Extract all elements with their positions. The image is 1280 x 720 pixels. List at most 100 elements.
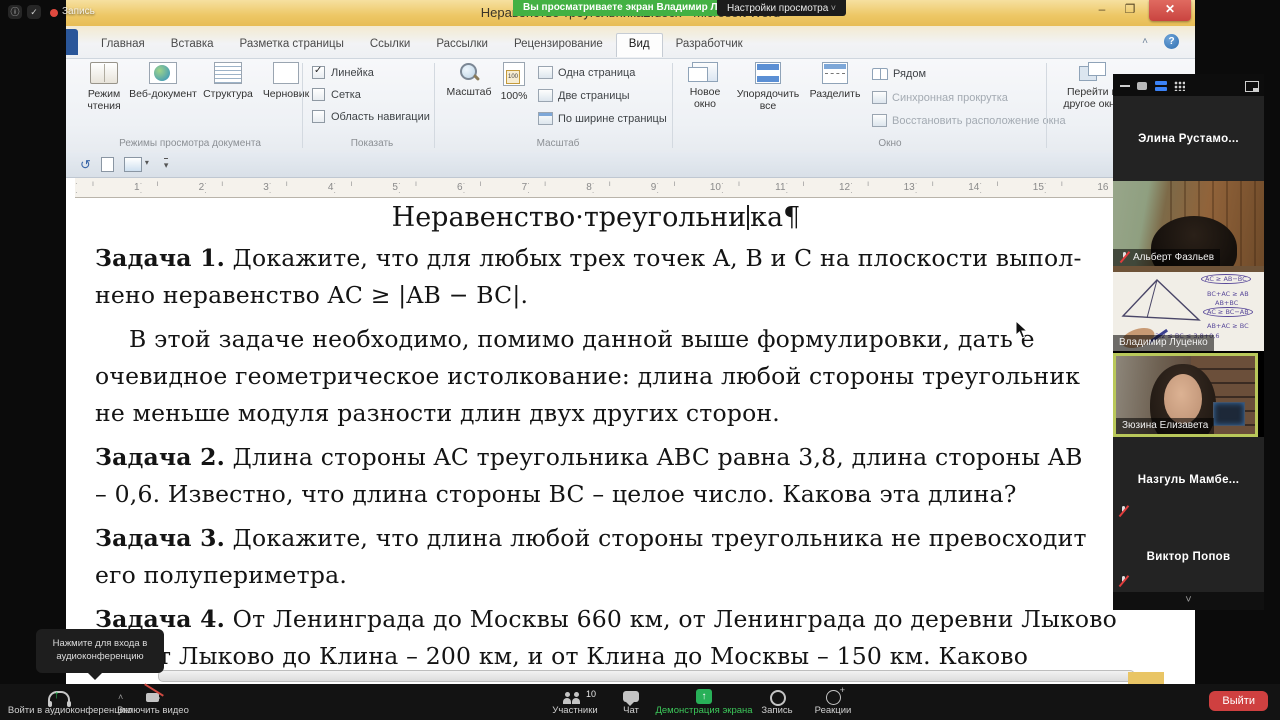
read-mode-button[interactable]: Режим чтения bbox=[80, 62, 128, 112]
maximize-button[interactable]: ❐ bbox=[1117, 0, 1143, 21]
join-audio-button[interactable]: Войти в аудиоконференцию bbox=[8, 705, 132, 716]
participant-name: Виктор Попов bbox=[1113, 551, 1264, 563]
camera-off-icon[interactable] bbox=[146, 693, 159, 702]
audio-options-chevron-icon[interactable] bbox=[118, 692, 123, 702]
horizontal-scrollbar[interactable] bbox=[158, 670, 1135, 682]
sync-scroll-icon bbox=[872, 91, 887, 104]
tab-glavnaya[interactable]: Главная bbox=[88, 33, 158, 57]
minimize-panel-icon[interactable] bbox=[1120, 85, 1130, 87]
encryption-shield-icon[interactable]: ✓ bbox=[27, 5, 41, 19]
minimize-button[interactable]: – bbox=[1089, 0, 1115, 21]
join-audio-arrow-icon: ↑ bbox=[54, 689, 60, 701]
participant-name-label: Владимир Луценко bbox=[1113, 335, 1214, 351]
popout-panel-icon[interactable] bbox=[1245, 81, 1259, 92]
share-screen-button[interactable]: Демонстрация экрана bbox=[655, 705, 752, 716]
two-pages-option[interactable]: Две страницы bbox=[538, 89, 630, 102]
outline-button[interactable]: Структура bbox=[198, 62, 258, 100]
file-tab[interactable] bbox=[66, 29, 78, 55]
participant-tile-albert[interactable]: Альберт Фазльев bbox=[1113, 181, 1264, 266]
ruler-mark: 16 bbox=[1044, 178, 1109, 197]
record-button[interactable]: Запись bbox=[761, 705, 792, 716]
ruler-mark: 8 bbox=[527, 178, 592, 197]
whiteboard-formula: BC+AC ≥ AB bbox=[1207, 290, 1249, 298]
nav-pane-checkbox[interactable]: Область навигации bbox=[312, 110, 430, 123]
word-window: Неравенство треугольника2.docx - Microso… bbox=[66, 0, 1195, 684]
ruler-mark: 5 bbox=[333, 178, 398, 197]
tab-vstavka[interactable]: Вставка bbox=[158, 33, 227, 57]
help-icon[interactable] bbox=[1164, 34, 1179, 49]
enable-video-button[interactable]: Включить видео bbox=[117, 705, 189, 716]
gallery-view-icon[interactable] bbox=[1174, 81, 1185, 91]
group-separator bbox=[1046, 63, 1047, 148]
new-document-icon[interactable] bbox=[101, 157, 114, 172]
gridlines-checkbox[interactable]: Сетка bbox=[312, 88, 361, 101]
participants-button[interactable]: Участники bbox=[552, 705, 597, 716]
speaker-view-icon[interactable] bbox=[1137, 82, 1147, 90]
ruler-mark: 13 bbox=[850, 178, 915, 197]
customize-qat-icon[interactable]: ▾ bbox=[164, 158, 169, 171]
strip-view-icon[interactable] bbox=[1155, 81, 1167, 91]
checkbox-checked-icon bbox=[312, 66, 325, 79]
tooltip-text: Нажмите для входа в bbox=[36, 637, 164, 650]
zoom-100-button[interactable]: 100% bbox=[494, 62, 534, 102]
tab-razrabotchik[interactable]: Разработчик bbox=[663, 33, 756, 57]
split-button[interactable]: Разделить bbox=[806, 62, 864, 100]
outline-icon bbox=[214, 62, 242, 84]
leave-meeting-button[interactable]: Выйти bbox=[1209, 691, 1268, 711]
zoom-meeting-screen: Неравенство треугольника2.docx - Microso… bbox=[0, 0, 1280, 720]
mic-muted-icon bbox=[1119, 251, 1129, 263]
new-window-button[interactable]: Новое окно bbox=[680, 62, 730, 110]
checkbox-icon bbox=[312, 88, 325, 101]
horizontal-ruler[interactable]: 1 2 3 4 5 6 7 8 9 10 11 12 13 14 15 16 bbox=[75, 178, 1121, 198]
ruler-mark: 3 bbox=[204, 178, 269, 197]
zoom-button[interactable]: Масштаб bbox=[444, 62, 494, 98]
tab-recenzirovanie[interactable]: Рецензирование bbox=[501, 33, 616, 57]
view-side-by-side-option[interactable]: Рядом bbox=[872, 68, 926, 80]
print-preview-icon[interactable] bbox=[124, 157, 142, 172]
recording-label: Запись bbox=[62, 6, 95, 17]
reactions-button[interactable]: Реакции bbox=[815, 705, 852, 716]
group-separator bbox=[672, 63, 673, 148]
collapse-ribbon-icon[interactable] bbox=[1137, 36, 1153, 50]
participant-tile-nazgul[interactable]: Назгуль Мамбе... bbox=[1113, 437, 1264, 522]
tv-screen bbox=[1213, 402, 1245, 426]
close-button[interactable]: ✕ bbox=[1149, 0, 1191, 21]
whiteboard-formula: AB+BC bbox=[1215, 299, 1238, 307]
whiteboard-formula: AB+AC ≥ BC bbox=[1207, 322, 1249, 330]
tab-rassylki[interactable]: Рассылки bbox=[423, 33, 501, 57]
participant-tile-elina[interactable]: Элина Рустамо... bbox=[1113, 96, 1264, 181]
share-screen-icon[interactable] bbox=[696, 689, 712, 704]
tab-razmetka[interactable]: Разметка страницы bbox=[227, 33, 357, 57]
chat-icon[interactable] bbox=[623, 691, 639, 702]
participant-name: Владимир Луценко bbox=[1119, 337, 1208, 348]
draft-button[interactable]: Черновик bbox=[258, 62, 314, 100]
tab-vid[interactable]: Вид bbox=[616, 33, 663, 57]
participant-tile-zyuzina-active-speaker[interactable]: Зюзина Елизавета bbox=[1113, 353, 1258, 437]
mic-muted-icon bbox=[1118, 575, 1128, 587]
ruler-checkbox[interactable]: Линейка bbox=[312, 66, 374, 79]
one-page-option[interactable]: Одна страница bbox=[538, 66, 635, 79]
ribbon-tabs: Главная Вставка Разметка страницы Ссылки… bbox=[88, 33, 756, 57]
participant-name-label: Альберт Фазльев bbox=[1113, 249, 1220, 266]
arrange-all-button[interactable]: Упорядочить все bbox=[730, 62, 806, 112]
sync-scroll-option: Синхронная прокрутка bbox=[872, 91, 1008, 104]
paragraph-task2: Задача 2. Длина стороны AC треугольника … bbox=[95, 439, 1195, 513]
view-settings-button[interactable]: Настройки просмотра bbox=[717, 0, 846, 16]
chat-button[interactable]: Чат bbox=[623, 705, 639, 716]
undo-icon[interactable]: ↺ bbox=[80, 157, 91, 173]
participants-icon[interactable] bbox=[563, 690, 585, 704]
participant-name: Элина Рустамо... bbox=[1113, 133, 1264, 145]
page-width-option[interactable]: По ширине страницы bbox=[538, 112, 667, 125]
sidebar-scroll-down-chevron[interactable] bbox=[1113, 592, 1264, 610]
document-heading: Неравенство·треугольника¶ bbox=[66, 202, 1126, 233]
group-separator bbox=[302, 63, 303, 148]
meeting-info-icon[interactable]: ⓘ bbox=[8, 5, 22, 19]
reactions-icon[interactable] bbox=[826, 690, 841, 705]
document-page[interactable]: Неравенство·треугольника¶ Задача 1. Дока… bbox=[66, 198, 1195, 684]
tab-ssylki[interactable]: Ссылки bbox=[357, 33, 424, 57]
participant-tile-vladimir[interactable]: AC ≥ AB−BC BC+AC ≥ AB AB+BC AC ≥ BC−AB A… bbox=[1113, 266, 1264, 351]
participant-tile-viktor[interactable]: Виктор Попов bbox=[1113, 522, 1264, 592]
record-icon[interactable] bbox=[770, 690, 786, 706]
views-group-label: Режимы просмотра документа bbox=[66, 138, 314, 149]
web-layout-button[interactable]: Веб-документ bbox=[128, 62, 198, 100]
